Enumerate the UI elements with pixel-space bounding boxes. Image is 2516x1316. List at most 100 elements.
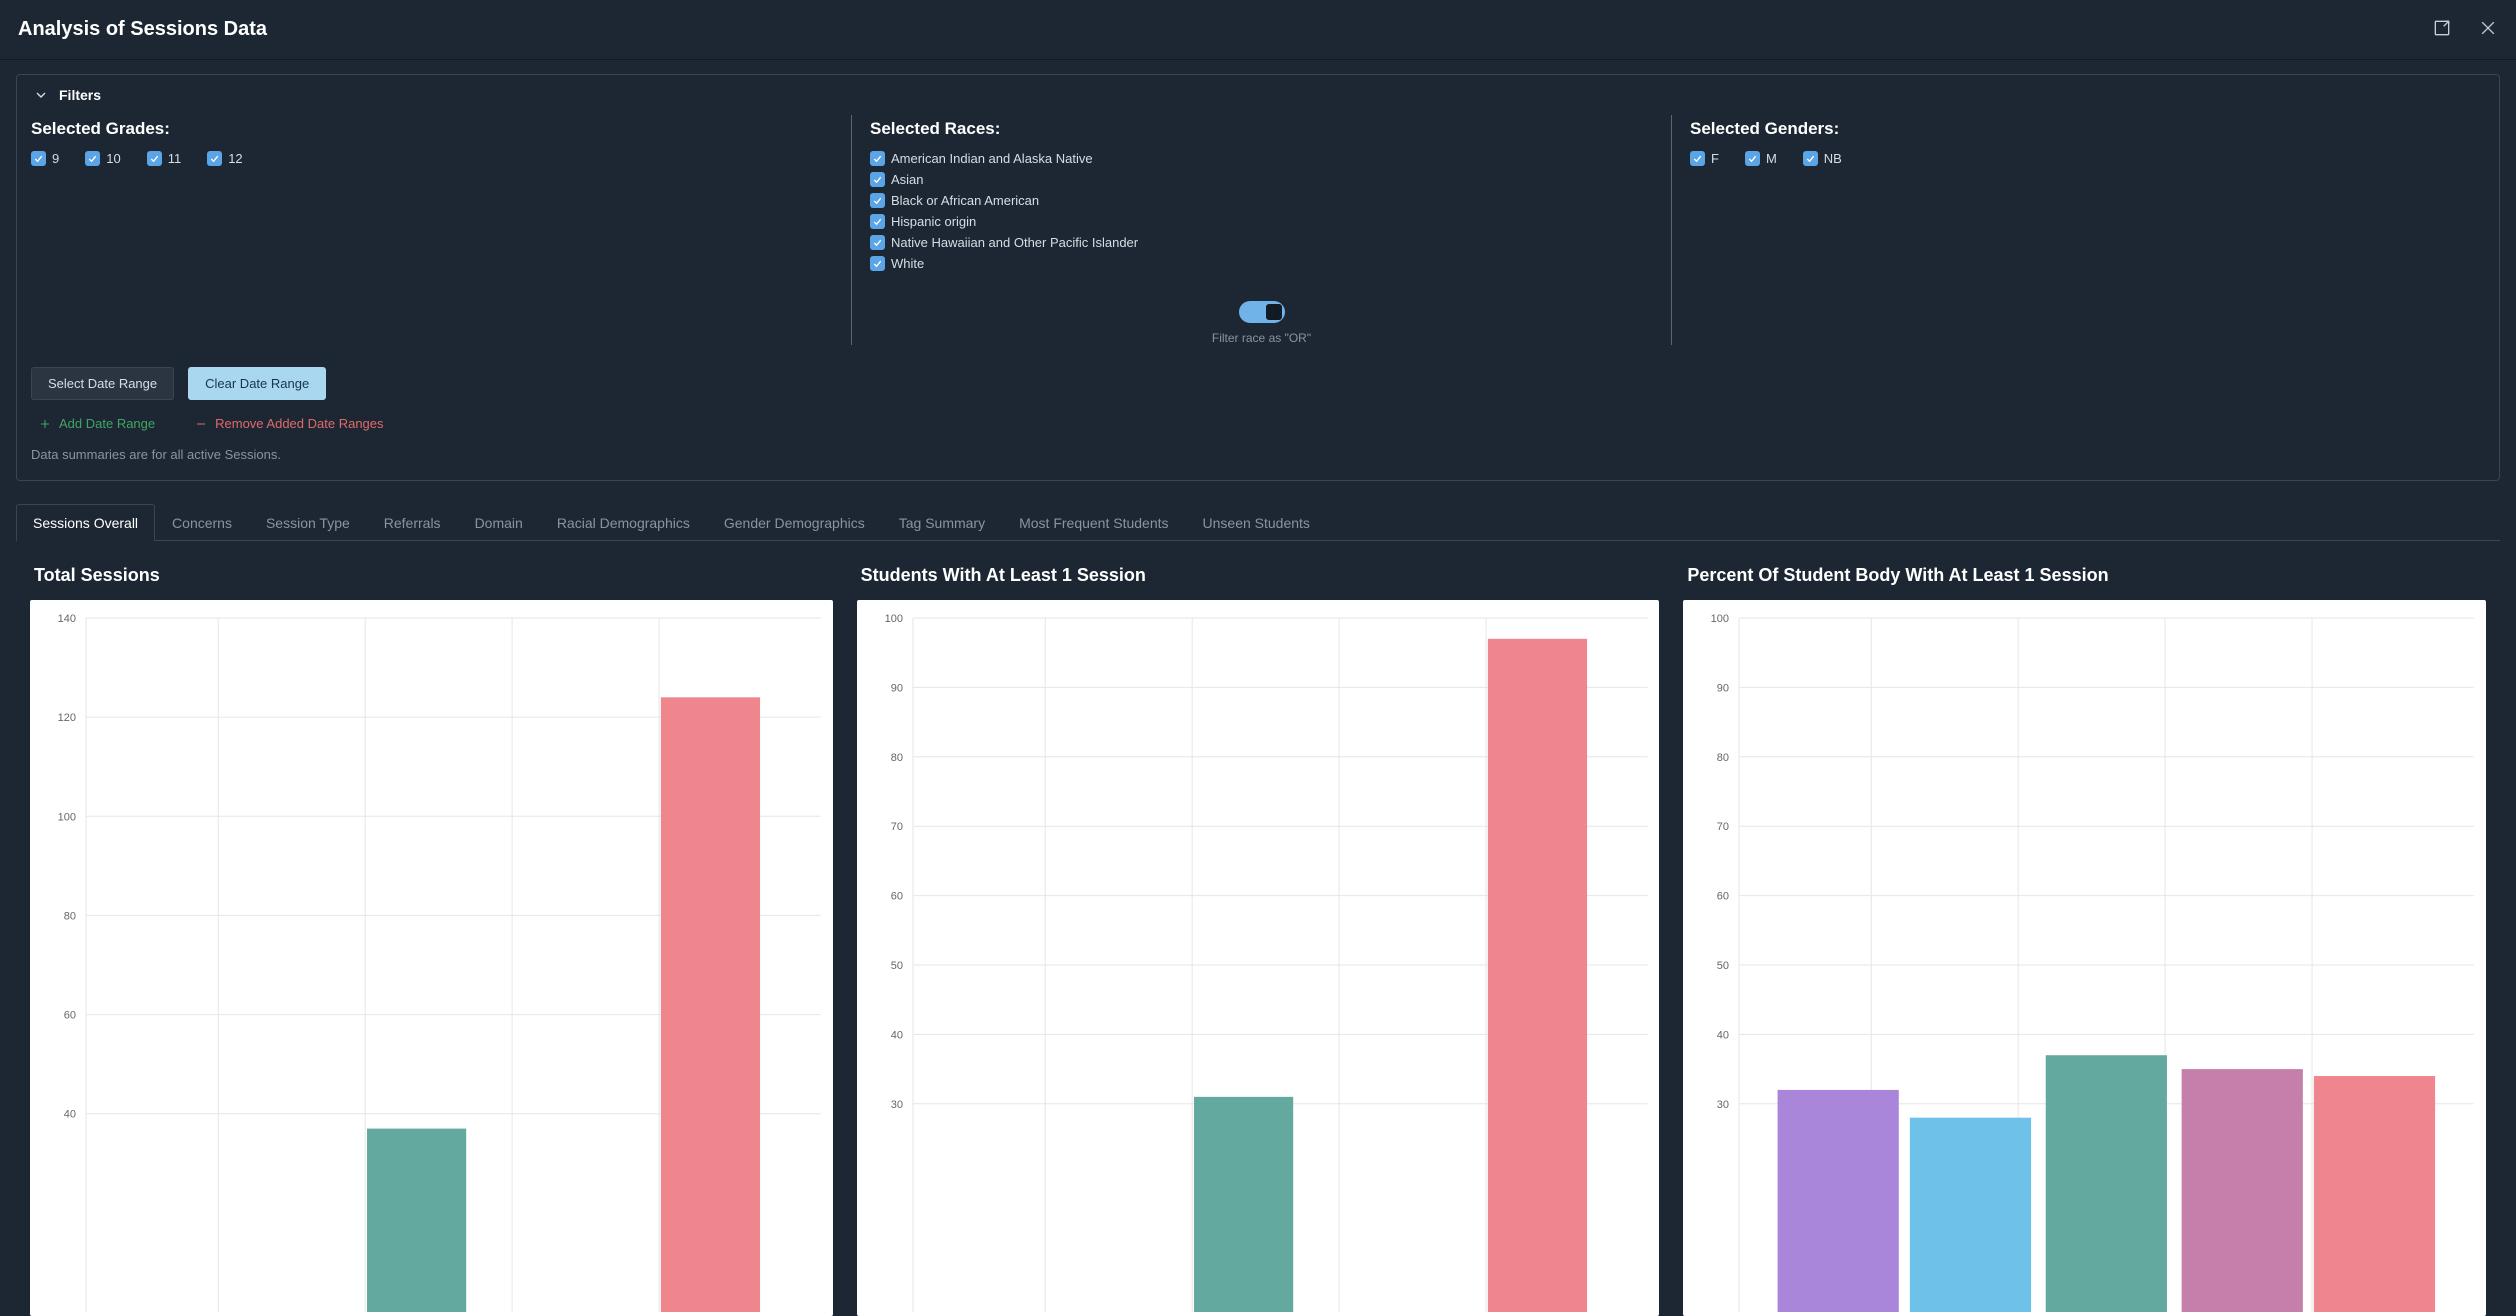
bar	[1488, 639, 1587, 1312]
bar	[2314, 1076, 2435, 1312]
svg-text:40: 40	[890, 1029, 902, 1041]
titlebar: Analysis of Sessions Data	[0, 0, 2516, 60]
checkbox-label: 11	[168, 151, 182, 166]
checkbox-label: NB	[1824, 151, 1842, 166]
svg-text:40: 40	[64, 1109, 76, 1121]
race-checkbox[interactable]: Asian	[870, 172, 1653, 187]
filters-note: Data summaries are for all active Sessio…	[31, 447, 2485, 462]
checkbox-icon	[31, 151, 46, 166]
bar	[367, 1129, 466, 1312]
svg-text:120: 120	[58, 712, 76, 724]
race-checkbox[interactable]: White	[870, 256, 1653, 271]
checkbox-icon	[85, 151, 100, 166]
add-date-range-label: Add Date Range	[59, 416, 155, 431]
race-checkbox[interactable]: Hispanic origin	[870, 214, 1653, 229]
chart-canvas: 406080100120140	[30, 600, 833, 1316]
checkbox-icon	[870, 256, 885, 271]
svg-text:30: 30	[1717, 1099, 1729, 1111]
svg-text:70: 70	[1717, 821, 1729, 833]
chart-percent-student-body: Percent Of Student Body With At Least 1 …	[1683, 565, 2486, 1316]
tab-gender-demographics[interactable]: Gender Demographics	[707, 504, 882, 541]
tab-referrals[interactable]: Referrals	[367, 504, 458, 541]
svg-text:30: 30	[890, 1099, 902, 1111]
gender-M-checkbox[interactable]: M	[1745, 151, 1777, 166]
checkbox-icon	[870, 151, 885, 166]
add-date-range-link[interactable]: Add Date Range	[39, 416, 155, 431]
svg-text:100: 100	[884, 613, 902, 625]
race-checkbox[interactable]: Native Hawaiian and Other Pacific Island…	[870, 235, 1653, 250]
gender-NB-checkbox[interactable]: NB	[1803, 151, 1842, 166]
checkbox-label: 9	[52, 151, 59, 166]
remove-date-ranges-link[interactable]: Remove Added Date Ranges	[195, 416, 383, 431]
bar	[661, 697, 760, 1312]
checkbox-label: F	[1711, 151, 1719, 166]
remove-date-ranges-label: Remove Added Date Ranges	[215, 416, 383, 431]
checkbox-icon	[1745, 151, 1760, 166]
tab-tag-summary[interactable]: Tag Summary	[882, 504, 1002, 541]
grade-11-checkbox[interactable]: 11	[147, 151, 182, 166]
close-icon[interactable]	[2478, 18, 2498, 41]
bar	[2046, 1055, 2167, 1312]
tab-racial-demographics[interactable]: Racial Demographics	[540, 504, 707, 541]
filters-toggle[interactable]: Filters	[17, 75, 2499, 115]
svg-text:100: 100	[58, 811, 76, 823]
svg-text:90: 90	[890, 682, 902, 694]
chart-students-at-least-one: Students With At Least 1 Session 30 40 50 6…	[857, 565, 1660, 1316]
checkbox-label: American Indian and Alaska Native	[891, 151, 1093, 166]
grade-12-checkbox[interactable]: 12	[207, 151, 242, 166]
svg-text:70: 70	[890, 821, 902, 833]
svg-text:40: 40	[1717, 1029, 1729, 1041]
svg-text:60: 60	[64, 1010, 76, 1022]
svg-text:60: 60	[890, 891, 902, 903]
races-title: Selected Races:	[870, 119, 1653, 139]
filters-panel: Filters Selected Grades: 9 10 11 12 Selecte…	[16, 74, 2500, 481]
chart-title: Students With At Least 1 Session	[861, 565, 1660, 586]
checkbox-icon	[870, 172, 885, 187]
tab-unseen-students[interactable]: Unseen Students	[1186, 504, 1327, 541]
chevron-down-icon	[33, 87, 49, 103]
checkbox-label: White	[891, 256, 924, 271]
tab-domain[interactable]: Domain	[458, 504, 540, 541]
svg-text:60: 60	[1717, 891, 1729, 903]
svg-text:50: 50	[1717, 960, 1729, 972]
svg-text:90: 90	[1717, 682, 1729, 694]
grade-10-checkbox[interactable]: 10	[85, 151, 120, 166]
svg-text:140: 140	[58, 613, 76, 625]
tab-session-type[interactable]: Session Type	[249, 504, 367, 541]
bar	[1910, 1118, 2031, 1312]
race-or-toggle[interactable]	[1239, 301, 1285, 323]
chart-title: Percent Of Student Body With At Least 1 …	[1687, 565, 2486, 586]
checkbox-icon	[147, 151, 162, 166]
genders-title: Selected Genders:	[1690, 119, 2467, 139]
genders-filter: Selected Genders: F M NB	[1671, 115, 2485, 345]
checkbox-label: Native Hawaiian and Other Pacific Island…	[891, 235, 1138, 250]
tab-concerns[interactable]: Concerns	[155, 504, 249, 541]
chart-total-sessions: Total Sessions 406080100120140	[30, 565, 833, 1316]
checkbox-label: 10	[106, 151, 120, 166]
bar	[2182, 1069, 2303, 1312]
race-checkbox[interactable]: Black or African American	[870, 193, 1653, 208]
minus-icon	[195, 418, 207, 430]
tab-most-frequent-students[interactable]: Most Frequent Students	[1002, 504, 1185, 541]
checkbox-icon	[1803, 151, 1818, 166]
checkbox-label: Asian	[891, 172, 924, 187]
clear-date-range-button[interactable]: Clear Date Range	[188, 367, 326, 400]
race-checkbox[interactable]: American Indian and Alaska Native	[870, 151, 1653, 166]
checkbox-label: Hispanic origin	[891, 214, 976, 229]
tab-sessions-overall[interactable]: Sessions Overall	[16, 504, 155, 541]
tabs: Sessions OverallConcernsSession TypeRefe…	[16, 503, 2500, 541]
gender-F-checkbox[interactable]: F	[1690, 151, 1719, 166]
svg-text:80: 80	[890, 752, 902, 764]
svg-text:50: 50	[890, 960, 902, 972]
grade-9-checkbox[interactable]: 9	[31, 151, 59, 166]
chart-title: Total Sessions	[34, 565, 833, 586]
checkbox-label: M	[1766, 151, 1777, 166]
grades-filter: Selected Grades: 9 10 11 12	[31, 115, 851, 345]
races-filter: Selected Races: American Indian and Alas…	[851, 115, 1671, 345]
select-date-range-button[interactable]: Select Date Range	[31, 367, 174, 400]
checkbox-label: Black or African American	[891, 193, 1039, 208]
restore-icon[interactable]	[2432, 18, 2452, 41]
checkbox-icon	[870, 193, 885, 208]
page-title: Analysis of Sessions Data	[18, 18, 267, 41]
grades-title: Selected Grades:	[31, 119, 833, 139]
